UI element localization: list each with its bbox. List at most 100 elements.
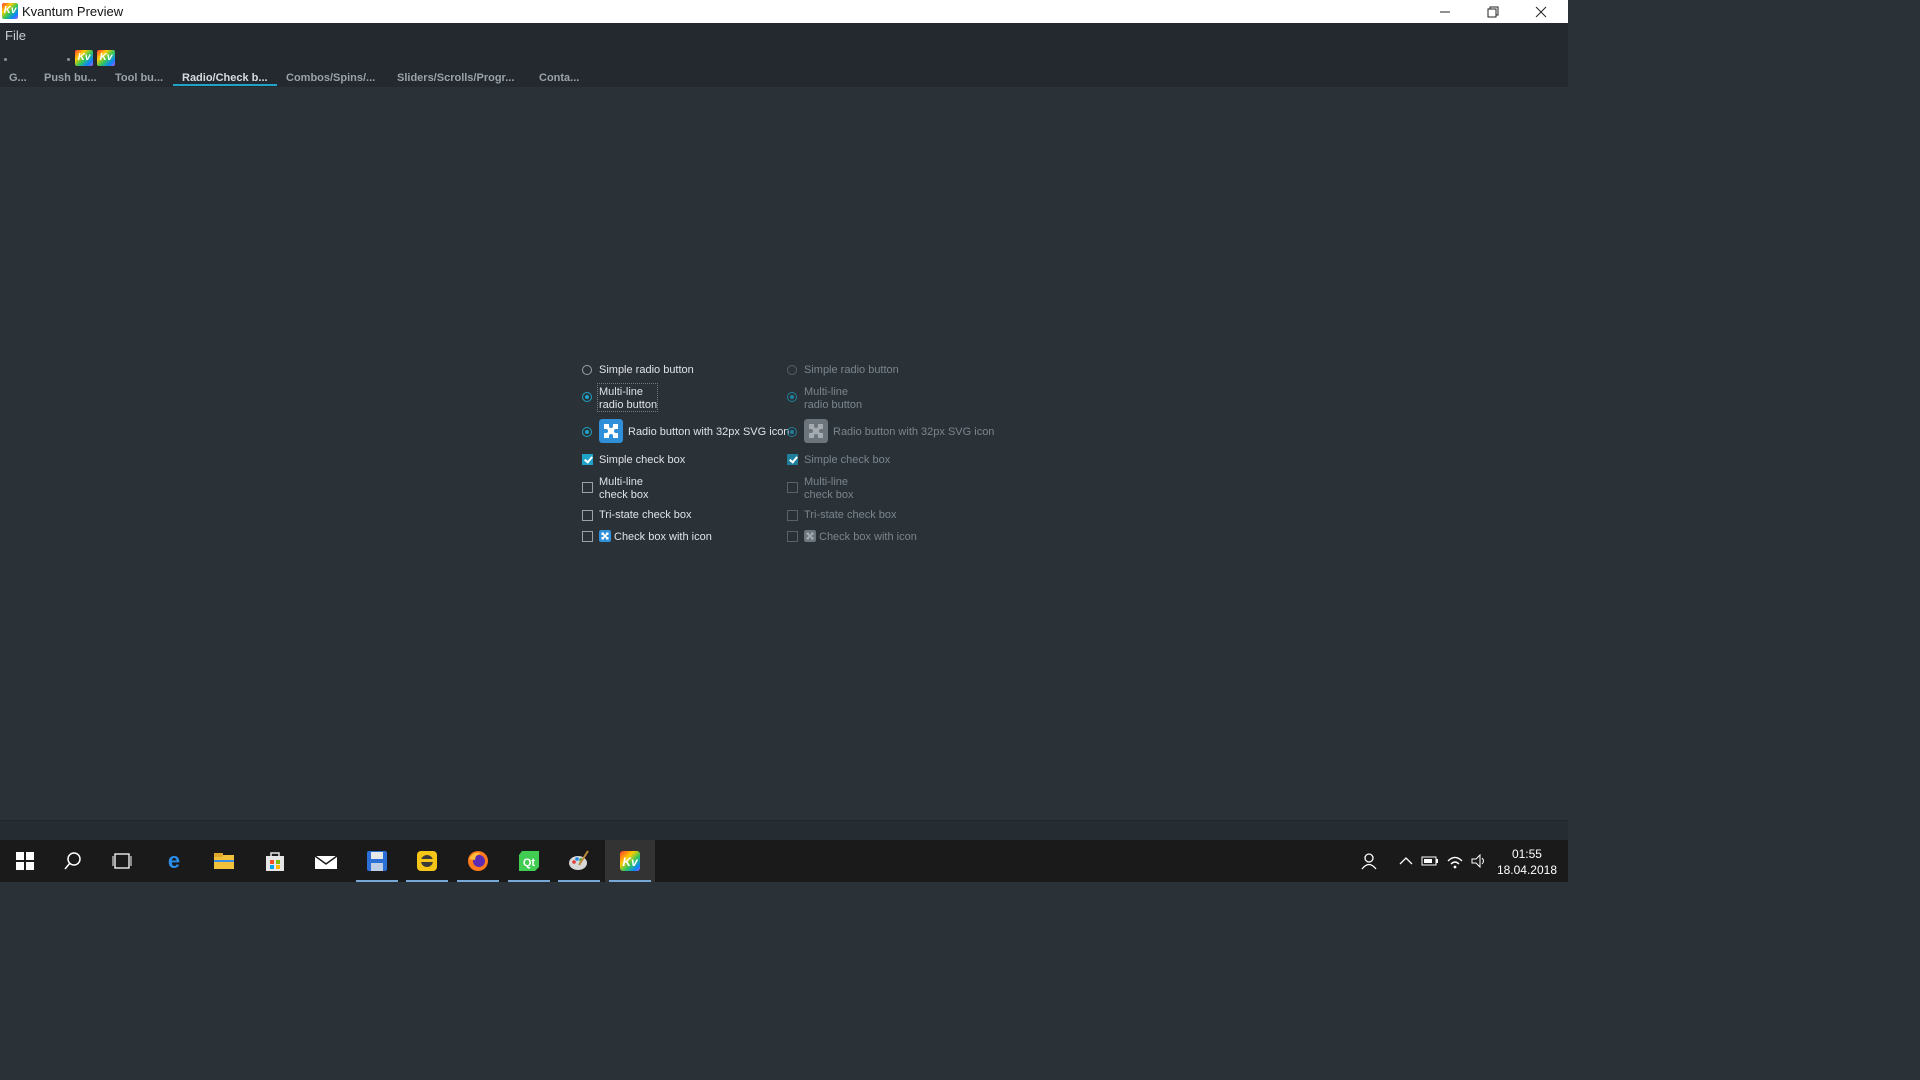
kvantum-tool-button-2[interactable]: Kv bbox=[97, 50, 115, 66]
multiline-radio-label-line1: Multi-line bbox=[599, 386, 644, 398]
volume-button[interactable] bbox=[1467, 840, 1491, 882]
task-view-icon bbox=[112, 853, 132, 869]
simple-radio-button[interactable] bbox=[582, 365, 592, 375]
edge-button[interactable]: e bbox=[149, 840, 199, 882]
mail-icon bbox=[314, 855, 338, 869]
running-indicator bbox=[457, 880, 499, 882]
tab-radio-check-boxes[interactable]: Radio/Check b... bbox=[182, 72, 268, 84]
search-icon bbox=[64, 852, 81, 870]
show-hidden-icons-button[interactable] bbox=[1394, 840, 1418, 882]
paint-button[interactable] bbox=[554, 840, 604, 882]
minimize-icon bbox=[1440, 11, 1450, 12]
disabled-multiline-radio-label-line2: radio button bbox=[804, 399, 863, 411]
kvantum-tool-button[interactable]: Kv bbox=[75, 50, 93, 66]
edge-icon: e bbox=[168, 850, 180, 872]
menu-file[interactable]: File bbox=[5, 28, 26, 43]
svg-text:Qt: Qt bbox=[523, 857, 536, 869]
store-icon bbox=[266, 852, 284, 871]
running-indicator bbox=[356, 880, 398, 882]
network-button[interactable] bbox=[1443, 840, 1467, 882]
tab-tool-buttons[interactable]: Tool bu... bbox=[115, 72, 163, 84]
running-indicator bbox=[508, 880, 550, 882]
multiline-radio-label-line2: radio button bbox=[599, 399, 658, 411]
tab-sliders-scrolls-progress[interactable]: Sliders/Scrolls/Progr... bbox=[397, 72, 514, 84]
close-button[interactable] bbox=[1518, 0, 1564, 23]
tab-containers[interactable]: Conta... bbox=[539, 72, 579, 84]
windows-start-icon bbox=[16, 852, 34, 870]
tab-general[interactable]: G... bbox=[9, 72, 27, 84]
windows-taskbar: e Qt Kv 01:55 18.04.2018 bbox=[0, 840, 1568, 882]
disabled-multiline-check-label-line1: Multi-line bbox=[804, 476, 849, 488]
battery-button[interactable] bbox=[1418, 840, 1442, 882]
minimize-button[interactable] bbox=[1422, 0, 1468, 23]
paint-icon bbox=[569, 850, 589, 870]
multiline-check-label-line1: Multi-line bbox=[599, 476, 644, 488]
tab-push-buttons[interactable]: Push bu... bbox=[44, 72, 97, 84]
running-indicator bbox=[406, 880, 448, 882]
disabled-multiline-radio-button bbox=[787, 392, 797, 402]
simple-radio-label: Simple radio button bbox=[599, 364, 694, 376]
running-indicator bbox=[609, 880, 651, 882]
battery-icon bbox=[1421, 856, 1438, 866]
toolbar-handle-icon[interactable] bbox=[4, 58, 7, 61]
running-indicator bbox=[558, 880, 600, 882]
search-button[interactable] bbox=[48, 840, 98, 882]
simple-check-label: Simple check box bbox=[599, 454, 686, 466]
file-explorer-button[interactable] bbox=[199, 840, 249, 882]
disabled-simple-check-box bbox=[787, 454, 798, 465]
simple-check-box[interactable] bbox=[582, 454, 593, 465]
disabled-simple-check-label: Simple check box bbox=[804, 454, 891, 466]
floppy-app-button[interactable] bbox=[352, 840, 402, 882]
people-icon bbox=[1361, 853, 1377, 870]
yellow-app-button[interactable] bbox=[402, 840, 452, 882]
restore-icon bbox=[1487, 6, 1499, 17]
disabled-simple-radio-label: Simple radio button bbox=[804, 364, 899, 376]
clock-date: 18.04.2018 bbox=[1496, 863, 1557, 877]
volume-icon bbox=[1471, 854, 1484, 868]
title-bar: Kv Kvantum Preview bbox=[0, 0, 1568, 23]
mail-button[interactable] bbox=[301, 840, 351, 882]
kvantum-app-icon: Kv bbox=[2, 3, 18, 19]
qt-creator-icon: Qt bbox=[519, 851, 539, 871]
multiline-check-box[interactable] bbox=[582, 482, 593, 493]
window-title: Kvantum Preview bbox=[22, 4, 124, 19]
close-icon bbox=[1535, 6, 1547, 17]
toolbar-handle-icon[interactable] bbox=[67, 58, 70, 61]
icon-check-box[interactable] bbox=[582, 531, 593, 542]
disabled-tristate-check-box bbox=[787, 510, 798, 521]
people-button[interactable] bbox=[1346, 840, 1392, 882]
kvantum-icon: Kv bbox=[620, 851, 640, 871]
multiline-check-label-line2: check box bbox=[599, 489, 649, 501]
icon-check-label: Check box with icon bbox=[614, 531, 712, 543]
svg-text:Kv: Kv bbox=[622, 855, 639, 869]
tristate-check-box[interactable] bbox=[582, 510, 593, 521]
svg-puzzle-icon bbox=[599, 419, 623, 443]
disabled-simple-radio-button bbox=[787, 365, 797, 375]
kvantum-taskbar-button[interactable]: Kv bbox=[605, 840, 655, 882]
disabled-svg-icon-radio-button bbox=[787, 427, 797, 437]
qt-creator-button[interactable]: Qt bbox=[504, 840, 554, 882]
multiline-radio-button[interactable] bbox=[582, 392, 592, 402]
disabled-svg-puzzle-icon-small bbox=[804, 530, 816, 542]
start-button[interactable] bbox=[0, 840, 50, 882]
floppy-app-icon bbox=[367, 851, 387, 871]
store-button[interactable] bbox=[250, 840, 300, 882]
tab-combos-spins[interactable]: Combos/Spins/... bbox=[286, 72, 375, 84]
firefox-icon bbox=[468, 851, 488, 871]
firefox-button[interactable] bbox=[453, 840, 503, 882]
disabled-svg-radio-label: Radio button with 32px SVG icon bbox=[833, 426, 995, 438]
tab-content-area bbox=[0, 87, 1568, 821]
task-view-button[interactable] bbox=[97, 840, 147, 882]
clock-time: 01:55 bbox=[1511, 847, 1542, 861]
disabled-svg-puzzle-icon bbox=[804, 419, 828, 443]
toolbar: Kv Kv bbox=[0, 47, 1568, 71]
disabled-multiline-check-box bbox=[787, 482, 798, 493]
disabled-multiline-radio-label-line1: Multi-line bbox=[804, 386, 849, 398]
disabled-multiline-check-label-line2: check box bbox=[804, 489, 854, 501]
status-bar bbox=[0, 821, 1568, 840]
tristate-check-label: Tri-state check box bbox=[599, 509, 692, 521]
svg-icon-radio-button[interactable] bbox=[582, 427, 592, 437]
clock[interactable]: 01:55 18.04.2018 bbox=[1497, 846, 1557, 878]
restore-button[interactable] bbox=[1470, 0, 1516, 23]
svg-puzzle-icon-small bbox=[599, 530, 611, 542]
